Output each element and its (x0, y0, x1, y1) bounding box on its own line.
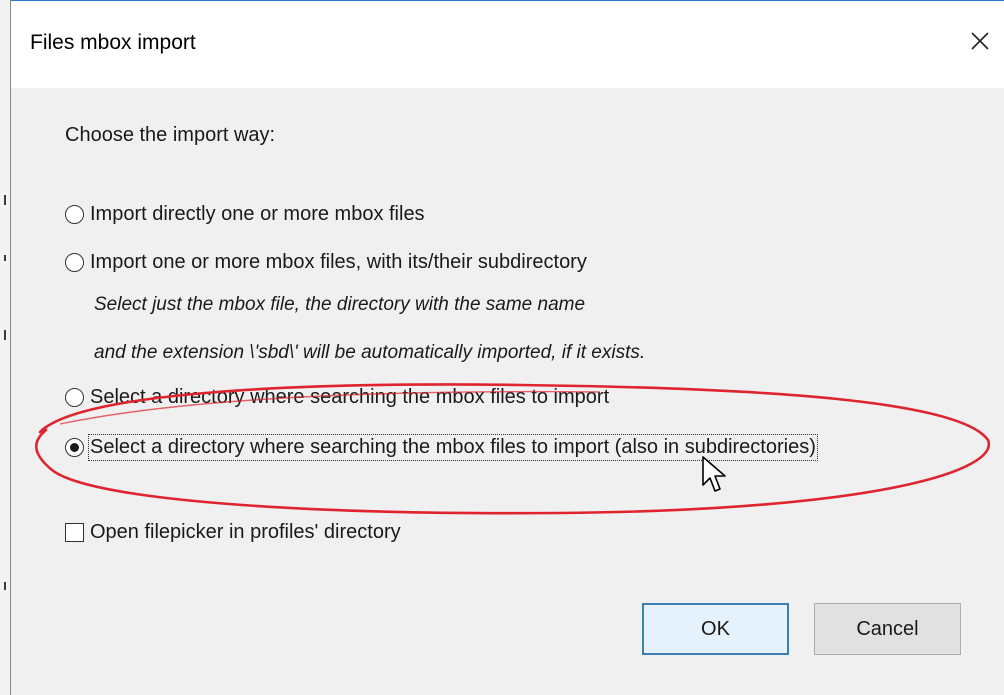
radio-option-import-directly[interactable]: Import directly one or more mbox files (65, 203, 425, 226)
edge-mark (4, 582, 6, 590)
open-filepicker-checkbox-row[interactable]: Open filepicker in profiles' directory (65, 521, 401, 544)
close-button[interactable] (962, 23, 998, 59)
radio-label: Select a directory where searching the m… (88, 434, 818, 461)
radio-option-select-directory[interactable]: Select a directory where searching the m… (65, 386, 609, 409)
background-window-edge (0, 0, 11, 695)
title-bar: Files mbox import (11, 0, 1004, 89)
checkbox-label: Open filepicker in profiles' directory (90, 521, 401, 543)
dialog-body: Choose the import way: Import directly o… (11, 88, 1004, 695)
option-description-line: and the extension \'sbd\' will be automa… (94, 342, 646, 363)
radio-label: Import directly one or more mbox files (90, 203, 425, 225)
checkbox[interactable] (65, 523, 84, 542)
ok-button[interactable]: OK (642, 603, 789, 655)
radio-label: Select a directory where searching the m… (90, 386, 610, 408)
edge-mark (4, 330, 6, 340)
radio-label: Import one or more mbox files, with its/… (90, 251, 587, 273)
edge-mark (4, 195, 6, 205)
window-title: Files mbox import (30, 31, 196, 54)
option-description-line: Select just the mbox file, the directory… (94, 294, 586, 315)
radio-option-import-with-subdirectory[interactable]: Import one or more mbox files, with its/… (65, 251, 587, 274)
radio-button[interactable] (65, 205, 84, 224)
radio-button[interactable] (65, 388, 84, 407)
radio-button-selected[interactable] (65, 438, 84, 457)
close-icon (971, 32, 989, 50)
radio-option-select-directory-recursive[interactable]: Select a directory where searching the m… (65, 434, 818, 461)
prompt-text: Choose the import way: (65, 124, 276, 146)
cancel-button[interactable]: Cancel (814, 603, 961, 655)
radio-button[interactable] (65, 253, 84, 272)
edge-mark (4, 255, 6, 261)
